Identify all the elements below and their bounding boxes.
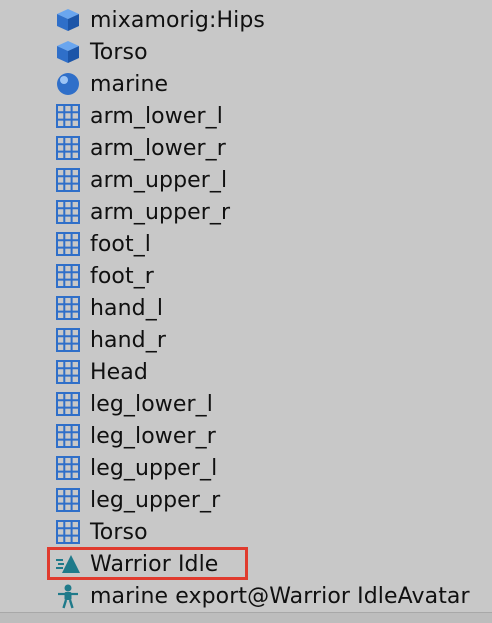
mesh-grid-icon — [54, 454, 82, 482]
hierarchy-item-label: leg_lower_l — [90, 391, 213, 417]
hierarchy-item-label: arm_upper_l — [90, 167, 228, 193]
hierarchy-item-leg-upper-l[interactable]: leg_upper_l — [54, 452, 217, 484]
hierarchy-item-label: arm_upper_r — [90, 199, 231, 225]
hierarchy-item-arm-lower-l[interactable]: arm_lower_l — [54, 100, 223, 132]
mesh-grid-icon — [54, 166, 82, 194]
hierarchy-item-label: Torso — [90, 39, 148, 65]
hierarchy-item-leg-lower-r[interactable]: leg_lower_r — [54, 420, 216, 452]
hierarchy-item-label: leg_lower_r — [90, 423, 216, 449]
hierarchy-item-leg-lower-l[interactable]: leg_lower_l — [54, 388, 213, 420]
hierarchy-item-label: foot_r — [90, 263, 154, 289]
selection-highlight — [47, 547, 248, 580]
hierarchy-item-label: hand_r — [90, 327, 166, 353]
hierarchy-item-label: marine export@Warrior IdleAvatar — [90, 583, 470, 609]
mesh-grid-icon — [54, 518, 82, 546]
hierarchy-item-arm-upper-r[interactable]: arm_upper_r — [54, 196, 230, 228]
material-icon — [54, 70, 82, 98]
hierarchy-item-head[interactable]: Head — [54, 356, 148, 388]
hierarchy-item-label: arm_lower_r — [90, 135, 226, 161]
prefab-icon — [54, 6, 82, 34]
mesh-grid-icon — [54, 486, 82, 514]
hierarchy-item-label: leg_upper_l — [90, 455, 218, 481]
hierarchy-item-label: mixamorig:Hips — [90, 7, 265, 33]
mesh-grid-icon — [54, 134, 82, 162]
hierarchy-item-foot-l[interactable]: foot_l — [54, 228, 151, 260]
hierarchy-item-hand-r[interactable]: hand_r — [54, 324, 166, 356]
hierarchy-item-hand-l[interactable]: hand_l — [54, 292, 163, 324]
hierarchy-item-arm-upper-l[interactable]: arm_upper_l — [54, 164, 227, 196]
mesh-grid-icon — [54, 230, 82, 258]
hierarchy-item-label: leg_upper_r — [90, 487, 221, 513]
mesh-grid-icon — [54, 422, 82, 450]
hierarchy-item-marine[interactable]: marine — [54, 68, 168, 100]
hierarchy-item-mixamorig-hips[interactable]: mixamorig:Hips — [54, 4, 265, 36]
hierarchy-item-label: marine — [90, 71, 169, 97]
avatar-icon — [54, 582, 82, 610]
hierarchy-item-foot-r[interactable]: foot_r — [54, 260, 154, 292]
hierarchy-item-label: arm_lower_l — [90, 103, 223, 129]
mesh-grid-icon — [54, 198, 82, 226]
hierarchy-item-torso-prefab[interactable]: Torso — [54, 36, 148, 68]
mesh-grid-icon — [54, 102, 82, 130]
mesh-grid-icon — [54, 294, 82, 322]
mesh-grid-icon — [54, 390, 82, 418]
mesh-grid-icon — [54, 326, 82, 354]
mesh-grid-icon — [54, 358, 82, 386]
bottom-status-strip — [0, 612, 492, 623]
hierarchy-item-leg-upper-r[interactable]: leg_upper_r — [54, 484, 220, 516]
hierarchy-item-avatar[interactable]: marine export@Warrior IdleAvatar — [54, 580, 470, 612]
hierarchy-panel: mixamorig:Hips Torso marine arm_lower_l … — [0, 0, 492, 612]
hierarchy-item-label: hand_l — [90, 295, 164, 321]
hierarchy-item-torso-mesh[interactable]: Torso — [54, 516, 148, 548]
hierarchy-item-label: Torso — [90, 519, 148, 545]
hierarchy-item-label: foot_l — [90, 231, 152, 257]
mesh-grid-icon — [54, 262, 82, 290]
prefab-icon — [54, 38, 82, 66]
hierarchy-item-label: Head — [90, 359, 148, 385]
hierarchy-item-arm-lower-r[interactable]: arm_lower_r — [54, 132, 226, 164]
